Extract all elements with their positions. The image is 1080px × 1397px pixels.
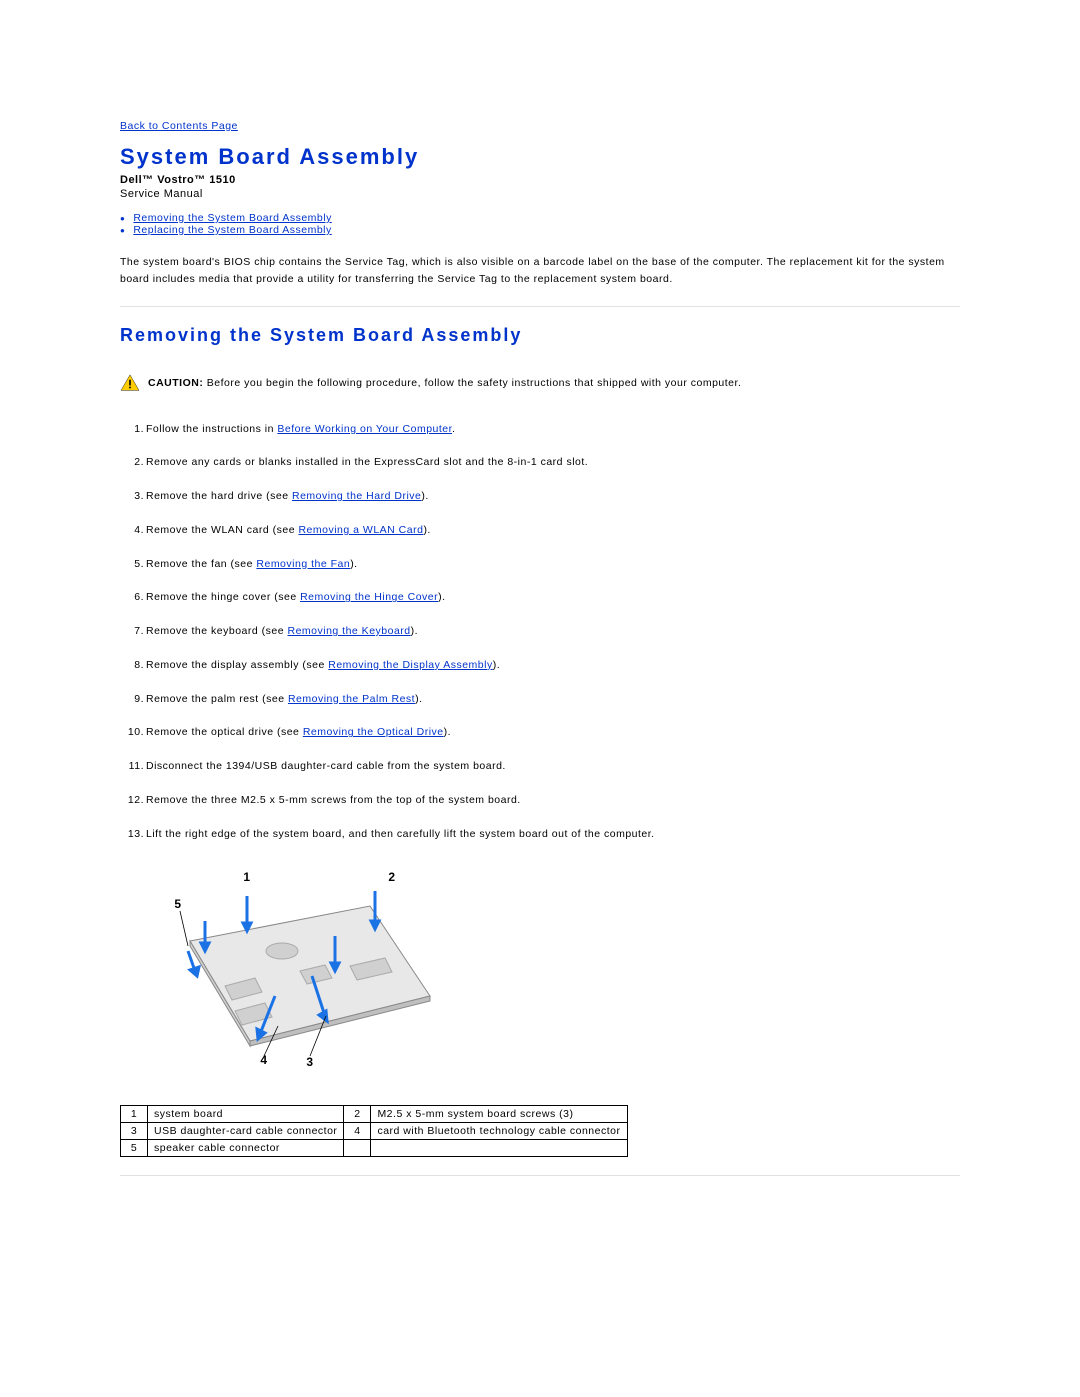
table-row: 3 USB daughter-card cable connector 4 ca… <box>121 1123 628 1140</box>
anchor-list: Removing the System Board Assembly Repla… <box>120 212 960 236</box>
page-title: System Board Assembly <box>120 144 960 170</box>
svg-text:3: 3 <box>306 1055 313 1069</box>
svg-text:1: 1 <box>243 870 250 884</box>
page-container: Back to Contents Page System Board Assem… <box>0 0 1080 1397</box>
step-1: Follow the instructions in Before Workin… <box>146 422 960 438</box>
parts-table: 1 system board 2 M2.5 x 5-mm system boar… <box>120 1105 628 1157</box>
part-desc: system board <box>148 1106 344 1123</box>
step-12: Remove the three M2.5 x 5-mm screws from… <box>146 793 960 809</box>
part-desc: M2.5 x 5-mm system board screws (3) <box>371 1106 627 1123</box>
step-3: Remove the hard drive (see Removing the … <box>146 489 960 505</box>
step-2: Remove any cards or blanks installed in … <box>146 455 960 471</box>
anchor-removing[interactable]: Removing the System Board Assembly <box>133 212 332 224</box>
caution-body: Before you begin the following procedure… <box>207 377 742 389</box>
step-9-link[interactable]: Removing the Palm Rest <box>288 693 415 705</box>
divider <box>120 1175 960 1176</box>
section-title: Removing the System Board Assembly <box>120 325 960 346</box>
anchor-item: Replacing the System Board Assembly <box>120 224 960 236</box>
step-4: Remove the WLAN card (see Removing a WLA… <box>146 523 960 539</box>
step-1-link[interactable]: Before Working on Your Computer <box>277 423 452 435</box>
intro-text: The system board's BIOS chip contains th… <box>120 254 960 288</box>
step-8-link[interactable]: Removing the Display Assembly <box>328 659 492 671</box>
step-9: Remove the palm rest (see Removing the P… <box>146 692 960 708</box>
svg-text:5: 5 <box>174 897 181 911</box>
caution-text: CAUTION: Before you begin the following … <box>148 374 741 389</box>
step-6-link[interactable]: Removing the Hinge Cover <box>300 591 438 603</box>
manual-label: Service Manual <box>120 188 960 200</box>
step-5: Remove the fan (see Removing the Fan). <box>146 557 960 573</box>
table-row: 1 system board 2 M2.5 x 5-mm system boar… <box>121 1106 628 1123</box>
part-num: 2 <box>344 1106 371 1123</box>
step-11: Disconnect the 1394/USB daughter-card ca… <box>146 759 960 775</box>
step-7: Remove the keyboard (see Removing the Ke… <box>146 624 960 640</box>
anchor-replacing[interactable]: Replacing the System Board Assembly <box>133 224 331 236</box>
caution-block: CAUTION: Before you begin the following … <box>120 374 960 392</box>
step-4-link[interactable]: Removing a WLAN Card <box>298 524 423 536</box>
system-board-diagram: 1 2 3 4 5 <box>150 866 470 1076</box>
steps-list: Follow the instructions in Before Workin… <box>146 422 960 843</box>
anchor-item: Removing the System Board Assembly <box>120 212 960 224</box>
back-to-contents-link[interactable]: Back to Contents Page <box>120 120 238 132</box>
svg-text:2: 2 <box>388 870 395 884</box>
step-5-link[interactable]: Removing the Fan <box>256 558 350 570</box>
part-desc: speaker cable connector <box>148 1140 344 1157</box>
step-3-link[interactable]: Removing the Hard Drive <box>292 490 421 502</box>
caution-icon <box>120 374 140 392</box>
step-10: Remove the optical drive (see Removing t… <box>146 725 960 741</box>
part-desc: card with Bluetooth technology cable con… <box>371 1123 627 1140</box>
step-7-link[interactable]: Removing the Keyboard <box>287 625 410 637</box>
product-name: Dell™ Vostro™ 1510 <box>120 174 960 186</box>
step-10-link[interactable]: Removing the Optical Drive <box>303 726 444 738</box>
part-desc <box>371 1140 627 1157</box>
part-num: 4 <box>344 1123 371 1140</box>
step-6: Remove the hinge cover (see Removing the… <box>146 590 960 606</box>
table-row: 5 speaker cable connector <box>121 1140 628 1157</box>
divider <box>120 306 960 307</box>
part-desc: USB daughter-card cable connector <box>148 1123 344 1140</box>
caution-label: CAUTION: <box>148 377 207 389</box>
step-8: Remove the display assembly (see Removin… <box>146 658 960 674</box>
step-13: Lift the right edge of the system board,… <box>146 827 960 843</box>
part-num <box>344 1140 371 1157</box>
part-num: 5 <box>121 1140 148 1157</box>
part-num: 1 <box>121 1106 148 1123</box>
part-num: 3 <box>121 1123 148 1140</box>
